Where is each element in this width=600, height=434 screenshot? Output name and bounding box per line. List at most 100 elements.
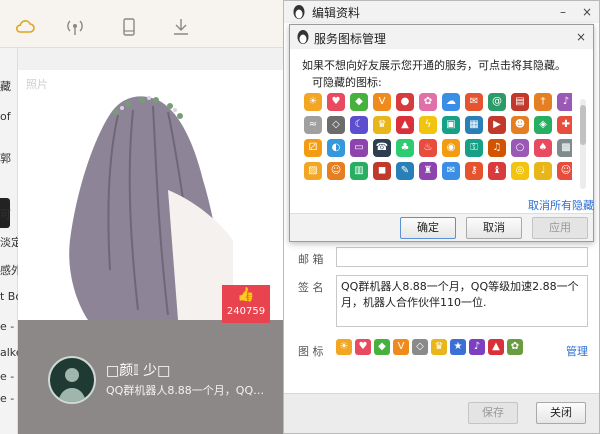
scrollbar-thumb[interactable] (580, 105, 586, 145)
gem-icon[interactable]: ◆ (350, 93, 368, 111)
title-bar[interactable]: 编辑资料 – × (284, 1, 599, 23)
photo-icon[interactable]: ▦ (465, 116, 483, 134)
bottom-bar: 保存 关闭 (284, 393, 599, 433)
chat-icon[interactable]: ✉ (465, 93, 483, 111)
download-icon[interactable] (170, 16, 192, 38)
cup-icon[interactable]: ♜ (419, 162, 437, 180)
cat-icon[interactable]: ☺ (327, 162, 345, 180)
thumbs-up-icon: 👍 (237, 287, 255, 303)
sword-icon[interactable]: † (534, 93, 552, 111)
profile-name: □颜𝕀 少□ (106, 363, 171, 379)
pet-icon: ✿ (507, 339, 523, 355)
avatar[interactable] (48, 356, 96, 404)
ring-icon[interactable]: ○ (511, 139, 529, 157)
sun-icon[interactable]: ☀ (304, 93, 322, 111)
map-icon[interactable]: ▥ (350, 162, 368, 180)
fire-icon[interactable]: ♨ (419, 139, 437, 157)
dice-icon[interactable]: ⚂ (304, 139, 322, 157)
window-title: 编辑资料 (312, 6, 361, 20)
close-window-button[interactable]: 关闭 (536, 402, 586, 424)
like-count: 240759 (226, 306, 266, 317)
video-icon[interactable]: ▶ (488, 116, 506, 134)
ok-button[interactable]: 确定 (400, 217, 456, 239)
eye-icon[interactable]: ◎ (511, 162, 529, 180)
apply-button[interactable]: 应用 (532, 217, 588, 239)
unhide-all-link[interactable]: 取消所有隐藏 (528, 197, 594, 213)
list-item-fragment[interactable]: 感外 (0, 262, 18, 278)
wing-icon[interactable]: ≈ (304, 116, 322, 134)
email-label: 邮 箱 (298, 253, 324, 266)
rocket-icon: ▲ (488, 339, 504, 355)
cloud-icon[interactable] (14, 16, 36, 38)
vip-icon[interactable]: V (373, 93, 391, 111)
icon-grid: ☀ ♥ ◆ V ● ✿ ☁ ✉ @ ▤ † ♪ ≈ ◇ ☾ ♛ ▲ ϟ ▣ ▦ ▶ ☻ ◈ ✚ ⚂ ◐ ▭ ☎ ♣ ♨ ◉ ⚿ ♫ ○ ♠ ▩ ▨ ☺ ▥ ◼… (302, 91, 572, 193)
cancel-button[interactable]: 取消 (466, 217, 522, 239)
ticket-icon[interactable]: ▨ (304, 162, 322, 180)
list-item-fragment[interactable]: 可 (0, 206, 18, 222)
signature-label: 签 名 (298, 281, 324, 294)
gift-icon[interactable]: ✚ (557, 116, 572, 134)
pet-icon[interactable]: ☻ (511, 116, 529, 134)
ball-icon[interactable]: ◉ (442, 139, 460, 157)
email-field[interactable] (336, 247, 588, 267)
bolt-icon[interactable]: ϟ (419, 116, 437, 134)
diamond-icon[interactable]: ◇ (327, 116, 345, 134)
list-item-fragment[interactable]: e - 殊 (0, 368, 18, 384)
heart-icon[interactable]: ♥ (327, 93, 345, 111)
leaf-icon[interactable]: ♣ (396, 139, 414, 157)
service-icons-row: ☀ ♥ ◆ V ◇ ♛ ★ ♪ ▲ ✿ (336, 339, 523, 357)
hat-icon[interactable]: ♝ (488, 162, 506, 180)
letter-icon[interactable]: ✉ (442, 162, 460, 180)
smile-icon[interactable]: ☺ (557, 162, 572, 180)
key-icon[interactable]: ⚿ (465, 139, 483, 157)
phone-icon[interactable]: ☎ (373, 139, 391, 157)
phone-icon[interactable] (118, 16, 140, 38)
girl-illustration (69, 96, 233, 320)
rocket-icon[interactable]: ▲ (396, 116, 414, 134)
game-icon[interactable]: ● (396, 93, 414, 111)
list-item-fragment[interactable]: t Bo (0, 290, 18, 303)
close-button[interactable]: × (578, 3, 596, 21)
profile-signature: QQ群机器人8.88一个月，QQ… (106, 384, 265, 397)
car-icon[interactable]: ◐ (327, 139, 345, 157)
list-item-fragment[interactable]: 郭 (0, 150, 18, 166)
background-app-window: 藏 of 郭 可 淡定 感外 t Bo e - 栖 alke e - 殊 e -… (0, 0, 285, 434)
card-icon[interactable]: ▭ (350, 139, 368, 157)
icon-label: 图 标 (298, 345, 324, 358)
flower-icon[interactable]: ✿ (419, 93, 437, 111)
bell-icon[interactable]: ♩ (534, 162, 552, 180)
manage-link[interactable]: 管理 (566, 343, 588, 359)
movie-icon[interactable]: ◼ (373, 162, 391, 180)
book-icon[interactable]: ▤ (511, 93, 529, 111)
service-icon-dialog: 服务图标管理 × 如果不想向好友展示您开通的服务，可点击将其隐藏。 可隐藏的图标… (289, 24, 594, 242)
like-button[interactable]: 👍 240759 (222, 285, 270, 323)
mail-icon[interactable]: @ (488, 93, 506, 111)
vip-icon: V (393, 339, 409, 355)
game2-icon[interactable]: ♠ (534, 139, 552, 157)
list-item-fragment[interactable]: 淡定 (0, 234, 18, 250)
list-item-fragment[interactable]: alke (0, 346, 18, 359)
signature-field[interactable]: QQ群机器人8.88一个月，QQ等级加速2.88一个月，机器人合作伙伴110一位… (336, 275, 588, 327)
note-icon[interactable]: ♫ (488, 139, 506, 157)
cloud-icon[interactable]: ☁ (442, 93, 460, 111)
shop-icon[interactable]: ▣ (442, 116, 460, 134)
minimize-button[interactable]: – (554, 3, 572, 21)
lock-icon[interactable]: ⚷ (465, 162, 483, 180)
music-icon[interactable]: ♪ (557, 93, 572, 111)
paint-icon[interactable]: ✎ (396, 162, 414, 180)
crown-icon[interactable]: ♛ (373, 116, 391, 134)
list-item-fragment[interactable]: of (0, 110, 18, 123)
close-button[interactable]: × (572, 28, 590, 46)
shield-icon[interactable]: ◈ (534, 116, 552, 134)
dialog-footer: 确定 取消 应用 (290, 213, 593, 241)
cover-photo: 照片 (18, 70, 285, 320)
list-item-fragment[interactable]: 藏 (0, 78, 18, 94)
list-item-fragment[interactable]: e - 7 (0, 392, 18, 405)
dialog-title-bar[interactable]: 服务图标管理 × (290, 25, 593, 49)
broadcast-icon[interactable] (64, 16, 86, 38)
robot-icon[interactable]: ▩ (557, 139, 572, 157)
moon-icon[interactable]: ☾ (350, 116, 368, 134)
sun-icon: ☀ (336, 339, 352, 355)
save-button[interactable]: 保存 (468, 402, 518, 424)
list-item-fragment[interactable]: e - 栖 (0, 318, 18, 334)
